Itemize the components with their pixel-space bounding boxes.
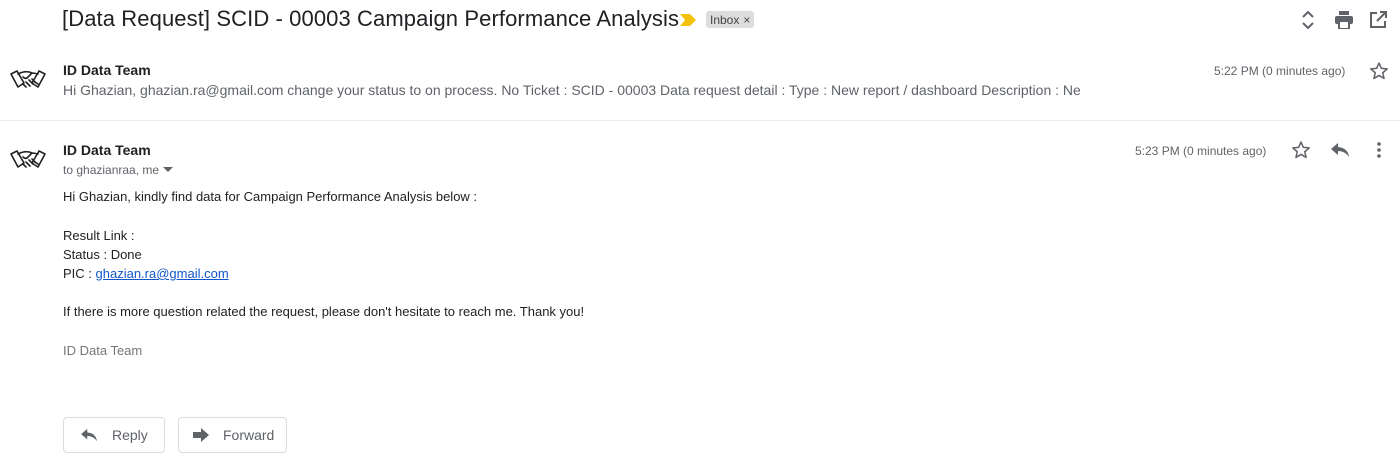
- body-greeting: Hi Ghazian, kindly find data for Campaig…: [63, 189, 478, 204]
- body-closing: If there is more question related the re…: [63, 304, 585, 319]
- remove-label-button[interactable]: ×: [743, 13, 750, 27]
- forward-arrow-icon: [193, 428, 209, 442]
- pic-email-link[interactable]: ghazian.ra@gmail.com: [96, 266, 229, 281]
- email-subject: [Data Request] SCID - 00003 Campaign Per…: [62, 6, 680, 31]
- sender-name: ID Data Team: [63, 142, 151, 158]
- message-timestamp: 5:23 PM (0 minutes ago): [1135, 144, 1267, 158]
- reply-button-label: Reply: [112, 427, 148, 443]
- body-status: Status : Done: [63, 247, 142, 262]
- forward-button-label: Forward: [223, 427, 275, 443]
- star-icon[interactable]: [1290, 139, 1312, 161]
- open-in-new-window-icon[interactable]: [1366, 8, 1390, 32]
- pic-label: PIC :: [63, 266, 96, 281]
- importance-marker-icon[interactable]: [680, 13, 696, 26]
- recipients-dropdown[interactable]: to ghazianraa, me: [63, 163, 174, 177]
- label-chip-text: Inbox: [710, 13, 740, 27]
- body-result-link: Result Link :: [63, 228, 135, 243]
- message-timestamp: 5:22 PM (0 minutes ago): [1214, 64, 1346, 78]
- body-pic: PIC : ghazian.ra@gmail.com: [63, 266, 229, 281]
- expand-all-icon[interactable]: [1296, 8, 1320, 32]
- more-options-icon[interactable]: [1368, 139, 1390, 161]
- subject-bar: [Data Request] SCID - 00003 Campaign Per…: [0, 0, 1400, 40]
- signature: ID Data Team: [63, 343, 143, 358]
- avatar-handshake-icon: [8, 60, 48, 100]
- avatar-handshake-icon: [8, 140, 48, 180]
- forward-button[interactable]: Forward: [178, 417, 287, 453]
- message-snippet: Hi Ghazian, ghazian.ra@gmail.com change …: [63, 82, 1081, 98]
- reply-arrow-icon: [80, 428, 98, 442]
- message-divider: [0, 120, 1400, 121]
- print-icon[interactable]: [1332, 8, 1356, 32]
- recipients-text: to ghazianraa, me: [63, 163, 160, 177]
- reply-icon[interactable]: [1329, 139, 1351, 161]
- star-icon[interactable]: [1368, 60, 1390, 82]
- label-chip-inbox: Inbox ×: [706, 11, 755, 28]
- reply-button[interactable]: Reply: [63, 417, 165, 453]
- chevron-down-icon: [163, 167, 174, 172]
- sender-name: ID Data Team: [63, 62, 151, 78]
